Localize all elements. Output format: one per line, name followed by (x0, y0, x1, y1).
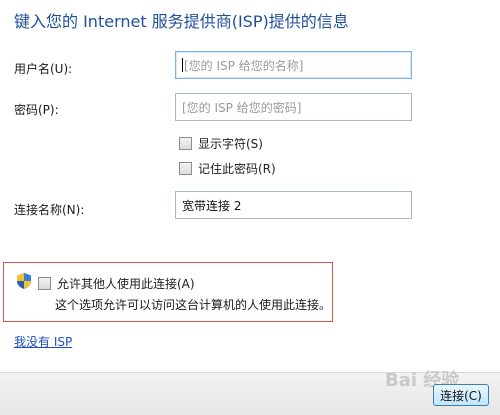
allow-others-description: 这个选项允许可以访问这台计算机的人使用此连接。 (55, 298, 332, 312)
password-input[interactable]: [您的 ISP 给您的密码] (175, 93, 412, 121)
show-chars-checkbox[interactable] (179, 137, 192, 150)
page-title: 键入您的 Internet 服务提供商(ISP)提供的信息 (14, 12, 349, 31)
connection-name-value: 宽带连接 2 (182, 199, 242, 213)
show-chars-option[interactable]: 显示字符(S) (179, 135, 263, 152)
connect-button[interactable]: 连接(C) (433, 384, 489, 406)
connection-name-input[interactable]: 宽带连接 2 (175, 191, 412, 219)
username-placeholder: [您的 ISP 给您的名称] (184, 59, 304, 73)
highlight-box (3, 262, 333, 322)
show-chars-label: 显示字符(S) (198, 137, 263, 151)
allow-others-checkbox[interactable] (38, 277, 51, 290)
allow-others-option[interactable]: 允许其他人使用此连接(A) (38, 275, 195, 292)
no-isp-link[interactable]: 我没有 ISP (14, 333, 72, 350)
password-placeholder: [您的 ISP 给您的密码] (182, 101, 302, 115)
connection-name-label: 连接名称(N): (14, 203, 85, 217)
remember-password-checkbox[interactable] (179, 162, 192, 175)
username-input[interactable]: [您的 ISP 给您的名称] (175, 51, 412, 79)
uac-shield-icon (16, 272, 32, 294)
text-caret (182, 58, 183, 72)
username-label: 用户名(U): (14, 62, 73, 76)
remember-password-option[interactable]: 记住此密码(R) (179, 160, 276, 177)
allow-others-label: 允许其他人使用此连接(A) (57, 277, 195, 291)
remember-password-label: 记住此密码(R) (198, 162, 276, 176)
password-label: 密码(P): (14, 103, 59, 117)
